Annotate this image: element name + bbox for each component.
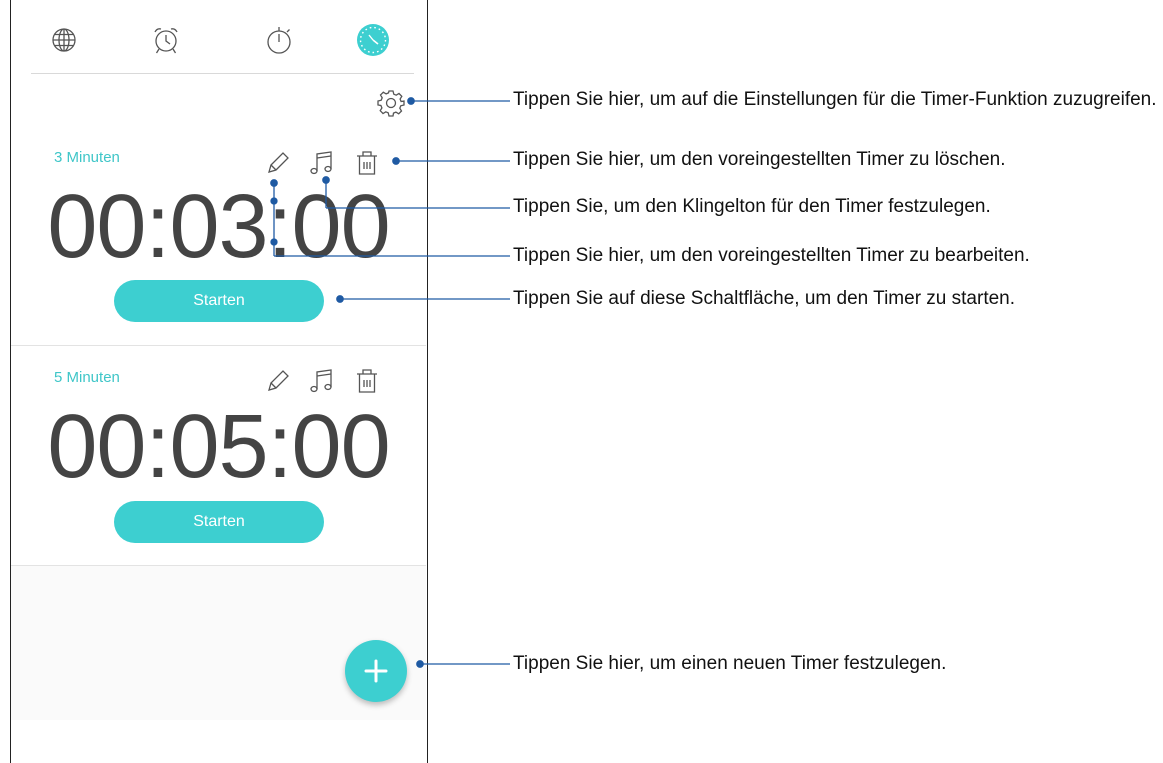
callout-delete: Tippen Sie hier, um den voreingestellten… bbox=[513, 149, 1006, 170]
callout-add: Tippen Sie hier, um einen neuen Timer fe… bbox=[513, 653, 947, 674]
callout-ringtone: Tippen Sie, um den Klingelton für den Ti… bbox=[513, 196, 991, 217]
callout-edit: Tippen Sie hier, um den voreingestellten… bbox=[513, 245, 1030, 266]
callout-lines bbox=[270, 97, 510, 668]
callout-start: Tippen Sie auf diese Schaltfläche, um de… bbox=[513, 288, 1016, 309]
callout-settings: Tippen Sie hier, um auf die Einstellunge… bbox=[513, 89, 1157, 110]
